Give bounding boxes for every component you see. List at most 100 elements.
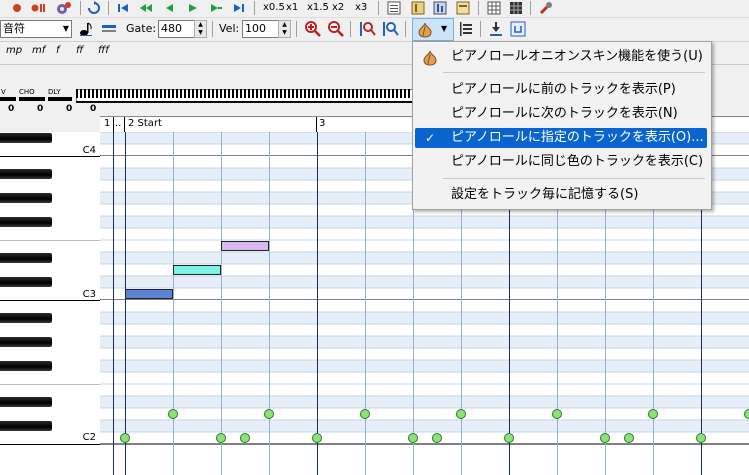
loop-icon[interactable] (86, 0, 102, 16)
menu-item-specified-track[interactable]: ✓ ピアノロールに指定のトラックを表示(O)... (415, 128, 707, 148)
gate-mode-icon[interactable] (99, 19, 119, 39)
step-record-icon[interactable] (30, 0, 48, 16)
track-view-icon[interactable] (455, 0, 471, 16)
dynamic-mf[interactable]: mf (32, 45, 45, 56)
velocity-marker[interactable] (216, 433, 226, 443)
vertical-zoom-in-icon[interactable] (358, 19, 378, 39)
ruler-dots: .. (115, 118, 122, 129)
white-key-border (0, 240, 100, 241)
piano-keyboard[interactable]: C4 C3 C2 (0, 132, 101, 475)
menu-separator (443, 72, 705, 73)
black-key[interactable] (0, 337, 52, 347)
dynamic-fff[interactable]: fff (98, 45, 109, 56)
mixer-view-icon[interactable] (508, 0, 524, 16)
black-key[interactable] (0, 253, 52, 263)
zoom-x2-button[interactable]: x2 (330, 0, 346, 16)
note-length-value: 音符 (3, 22, 25, 35)
c4-label: C4 (82, 145, 96, 156)
dynamic-ff[interactable]: ff (76, 45, 83, 56)
track-list-icon[interactable] (456, 19, 476, 39)
velocity-marker[interactable] (312, 433, 322, 443)
black-key[interactable] (0, 217, 52, 227)
velocity-marker[interactable] (456, 409, 466, 419)
grid-view-icon[interactable] (486, 0, 502, 16)
step-back-icon[interactable] (162, 0, 176, 16)
menu-separator (443, 178, 705, 179)
gate-label: Gate: (126, 22, 157, 35)
note-icon[interactable] (76, 19, 96, 39)
velocity-marker[interactable] (696, 433, 706, 443)
menu-item-next-track[interactable]: ピアノロールに次のトラックを表示(N) (415, 104, 707, 124)
chevron-down-icon: ▼ (441, 24, 448, 33)
score-view-icon[interactable] (410, 0, 426, 16)
gate-input[interactable]: 480 (158, 20, 194, 38)
note-e3[interactable] (173, 265, 221, 275)
velocity-marker[interactable] (504, 433, 514, 443)
note-c3[interactable] (125, 289, 173, 299)
velocity-marker[interactable] (168, 409, 178, 419)
go-to-start-icon[interactable] (116, 0, 130, 16)
black-key[interactable] (0, 313, 52, 323)
black-key[interactable] (0, 277, 52, 287)
onion-skin-dropdown-button[interactable]: ▼ (412, 18, 454, 41)
velocity-spinner[interactable]: ▲ ▼ (278, 20, 291, 38)
event-view-icon[interactable] (432, 0, 448, 16)
ctrl-label-dly: DLY (48, 88, 61, 96)
vel-label: Vel: (219, 22, 240, 35)
zoom-in-icon[interactable] (303, 19, 323, 39)
play-icon[interactable] (186, 0, 200, 16)
velocity-marker[interactable] (360, 409, 370, 419)
velocity-marker[interactable] (432, 433, 442, 443)
edit-toolbar: 音符 ▼ Gate: 480 ▲ ▼ Vel: 100 ▲ ▼ ▼ (0, 18, 749, 42)
menu-item-remember-per-track[interactable]: 設定をトラック毎に記憶する(S) (415, 185, 707, 205)
ctrl-meter (0, 97, 16, 101)
black-key[interactable] (0, 361, 52, 371)
menu-item-specified-track-label: ピアノロールに指定のトラックを表示(O)... (451, 130, 704, 145)
velocity-marker[interactable] (408, 433, 418, 443)
zoom-x3-button[interactable]: x3 (353, 0, 369, 16)
mini-keyboard[interactable] (75, 88, 417, 104)
black-key[interactable] (0, 421, 52, 431)
tools-icon[interactable] (538, 0, 554, 16)
dynamic-mp[interactable]: mp (6, 45, 22, 56)
velocity-marker[interactable] (552, 409, 562, 419)
black-key[interactable] (0, 397, 52, 407)
velocity-marker[interactable] (744, 409, 749, 419)
menu-item-prev-track[interactable]: ピアノロールに前のトラックを表示(P) (415, 80, 707, 100)
lock-track-icon[interactable] (508, 19, 528, 39)
velocity-marker[interactable] (240, 433, 250, 443)
velocity-marker[interactable] (120, 433, 130, 443)
fast-forward-icon[interactable] (208, 0, 224, 16)
black-key[interactable] (0, 193, 52, 203)
quantize-icon[interactable] (486, 19, 506, 39)
note-g3[interactable] (221, 241, 269, 251)
velocity-marker[interactable] (264, 409, 274, 419)
settings-gear-icon[interactable] (54, 0, 72, 16)
onion-skin-menu: ピアノロールオニオンスキン機能を使う(U) ピアノロールに前のトラックを表示(P… (412, 41, 712, 210)
zoom-x1-button[interactable]: x1 (284, 0, 300, 16)
dynamic-f[interactable]: f (56, 45, 60, 56)
velocity-input[interactable]: 100 (242, 20, 278, 38)
go-to-end-icon[interactable] (232, 0, 246, 16)
menu-item-onion-skin[interactable]: ピアノロールオニオンスキン機能を使う(U) (415, 47, 707, 67)
ctrl-value: 0 (37, 104, 44, 114)
gate-spinner[interactable]: ▲ ▼ (194, 20, 207, 38)
transport-toolbar: x0.5 x1 x1.5 x2 x3 (0, 0, 749, 18)
rewind-icon[interactable] (138, 0, 154, 16)
check-icon: ✓ (425, 131, 436, 145)
ctrl-value: 0 (8, 104, 15, 114)
list-view-icon[interactable] (386, 0, 402, 16)
black-key[interactable] (0, 133, 52, 143)
zoom-x1.5-button[interactable]: x1.5 (305, 0, 331, 16)
zoom-out-icon[interactable] (326, 19, 346, 39)
black-key[interactable] (0, 169, 52, 179)
vertical-zoom-out-icon[interactable] (381, 19, 401, 39)
velocity-marker[interactable] (624, 433, 634, 443)
menu-item-same-color-track[interactable]: ピアノロールに同じ色のトラックを表示(C) (415, 152, 707, 172)
record-icon[interactable] (10, 0, 24, 16)
velocity-marker[interactable] (648, 409, 658, 419)
c3-label: C3 (82, 289, 96, 300)
velocity-marker[interactable] (600, 433, 610, 443)
note-length-combo[interactable]: 音符 ▼ (0, 20, 72, 38)
zoom-x0.5-button[interactable]: x0.5 (261, 0, 287, 16)
